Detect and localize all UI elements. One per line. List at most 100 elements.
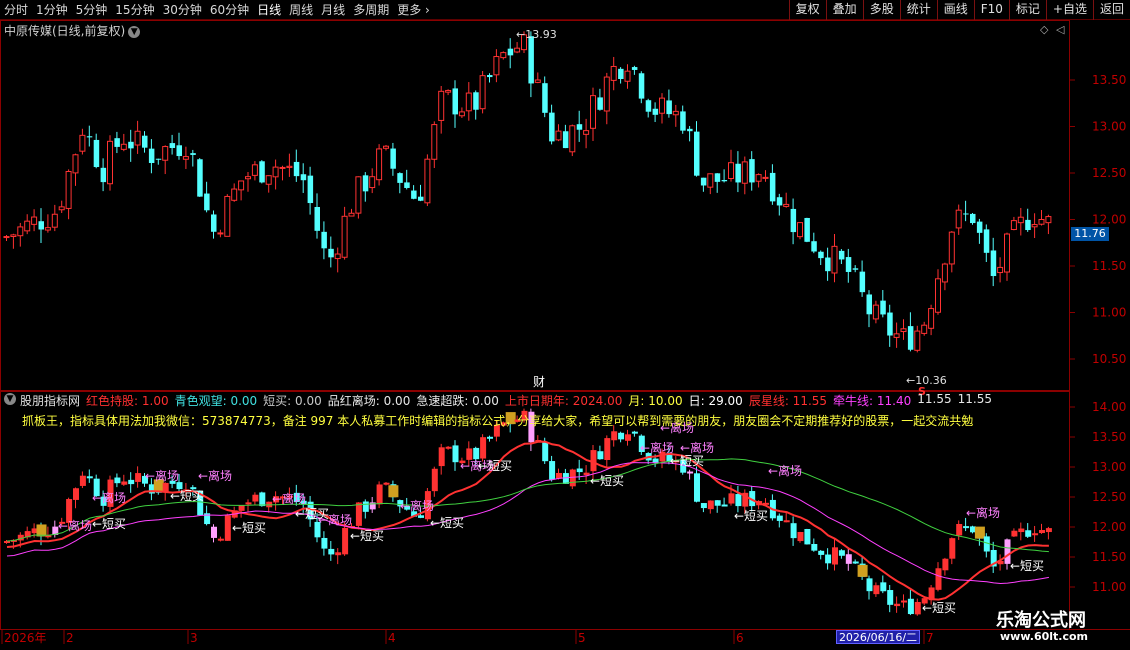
short-buy-signal-label: ←短买 bbox=[1010, 559, 1044, 573]
period-tab-5[interactable]: 60分钟 bbox=[206, 0, 253, 20]
short-buy-block bbox=[388, 485, 399, 498]
candle-up bbox=[3, 236, 10, 239]
period-tab-8[interactable]: 月线 bbox=[317, 0, 349, 20]
price-axis-label: 11.00 bbox=[1092, 306, 1126, 320]
toolbar-button-4[interactable]: 画线 bbox=[936, 0, 974, 20]
candle-down bbox=[645, 100, 652, 112]
candle-up bbox=[955, 209, 962, 229]
candle-down bbox=[362, 175, 369, 192]
candle-up bbox=[376, 148, 383, 181]
candle-up bbox=[921, 324, 928, 334]
candle-down bbox=[963, 213, 969, 215]
candle-up bbox=[383, 145, 389, 149]
short-buy-signal-label: ←短买 bbox=[295, 507, 329, 521]
date-axis-label: 5 bbox=[578, 631, 586, 645]
toolbar-button-7[interactable]: +自选 bbox=[1045, 0, 1093, 20]
leave-signal-label: ←离场 bbox=[768, 463, 802, 478]
sub-block bbox=[721, 504, 728, 507]
sub-block bbox=[880, 582, 887, 592]
collapse-icon[interactable]: ◁ bbox=[1056, 23, 1064, 36]
period-tab-7[interactable]: 周线 bbox=[285, 0, 317, 20]
candle-down bbox=[714, 173, 721, 182]
candle-up bbox=[465, 92, 472, 112]
toolbar-button-1[interactable]: 叠加 bbox=[825, 0, 863, 20]
period-tab-1[interactable]: 1分钟 bbox=[32, 0, 72, 20]
sub-block bbox=[418, 515, 424, 518]
sub-block bbox=[431, 468, 438, 492]
candle-down bbox=[397, 173, 403, 183]
candle-up bbox=[534, 79, 541, 83]
candle-up bbox=[948, 231, 955, 265]
period-tab-3[interactable]: 15分钟 bbox=[111, 0, 158, 20]
toolbar-button-8[interactable]: 返回 bbox=[1092, 0, 1130, 20]
indicator-value-4: 急速超跌: 0.00 bbox=[416, 394, 499, 408]
candle-up bbox=[265, 175, 272, 185]
sub-block bbox=[797, 532, 804, 542]
candle-down bbox=[769, 172, 776, 202]
candle-up bbox=[424, 158, 431, 204]
diamond-icon[interactable]: ◇ bbox=[1040, 23, 1048, 36]
candle-up bbox=[900, 328, 907, 333]
candle-down bbox=[825, 257, 831, 272]
date-axis-label: 2 bbox=[66, 631, 74, 645]
sub-block bbox=[542, 442, 549, 462]
toolbar-button-5[interactable]: F10 bbox=[973, 0, 1009, 20]
candle-down bbox=[487, 75, 493, 78]
price-axis-label: 13.00 bbox=[1092, 120, 1126, 134]
sub-block bbox=[728, 493, 735, 504]
candle-down bbox=[100, 167, 107, 183]
candle-up bbox=[286, 165, 293, 168]
chevron-down-icon[interactable]: ▼ bbox=[128, 25, 141, 38]
candle-down bbox=[859, 271, 866, 293]
toolbar-button-3[interactable]: 统计 bbox=[899, 0, 937, 20]
candle-down bbox=[148, 148, 155, 163]
sub-block bbox=[894, 603, 901, 607]
candle-down bbox=[176, 145, 182, 157]
indicator-menu-icon[interactable]: ▼ bbox=[4, 393, 16, 405]
leave-signal-label: ←离场 bbox=[145, 468, 179, 483]
toolbar-button-0[interactable]: 复权 bbox=[788, 0, 826, 20]
period-tab-0[interactable]: 分时 bbox=[0, 0, 32, 20]
candle-up bbox=[997, 266, 1004, 274]
watermark-title: 乐淘公式网 bbox=[996, 610, 1086, 631]
candle-up bbox=[1004, 233, 1010, 273]
kline-chart[interactable]: 13.50 13.00 12.50 12.00 11.50 11.00 10.50 14.00… bbox=[0, 20, 1130, 650]
sub-block bbox=[687, 471, 694, 474]
candle-down bbox=[576, 124, 583, 130]
candle-down bbox=[86, 136, 93, 138]
sub-block bbox=[714, 500, 721, 506]
candle-down bbox=[638, 73, 645, 99]
period-tab-4[interactable]: 30分钟 bbox=[159, 0, 206, 20]
toolbar-button-2[interactable]: 多股 bbox=[862, 0, 900, 20]
sub-block bbox=[549, 461, 556, 480]
stock-title: 中原传媒(日线,前复权) bbox=[4, 24, 126, 38]
watermark-url: www.60lt.com bbox=[1000, 630, 1089, 643]
sub-block bbox=[1032, 533, 1039, 536]
period-tab-6[interactable]: 日线 bbox=[253, 0, 285, 20]
candle-up bbox=[1017, 216, 1024, 224]
price-axis-label: 12.50 bbox=[1092, 166, 1126, 180]
candle-down bbox=[307, 175, 314, 204]
cursor-date-tag: 2026/06/16/二 bbox=[836, 630, 920, 644]
period-tab-2[interactable]: 5分钟 bbox=[72, 0, 112, 20]
short-buy-signal-label: ←短买 bbox=[670, 454, 704, 468]
candle-down bbox=[169, 143, 176, 149]
period-tab-10[interactable]: 更多 › bbox=[393, 0, 434, 20]
sub-block bbox=[224, 515, 231, 541]
candle-up bbox=[51, 213, 58, 228]
leave-signal-label: ←离场 bbox=[966, 505, 1000, 520]
candle-down bbox=[142, 135, 148, 148]
candle-down bbox=[597, 97, 603, 110]
sub-block bbox=[935, 568, 942, 590]
candle-up bbox=[583, 130, 590, 135]
period-tab-9[interactable]: 多周期 bbox=[349, 0, 393, 20]
candle-up bbox=[479, 75, 486, 110]
chart-canvas[interactable]: 13.50 13.00 12.50 12.00 11.50 11.00 10.50 14.00… bbox=[0, 20, 1130, 650]
sub-block bbox=[597, 451, 604, 460]
candle-up bbox=[914, 330, 921, 351]
candle-down bbox=[321, 231, 327, 249]
short-buy-signal-label: ←短买 bbox=[478, 459, 512, 473]
toolbar-button-6[interactable]: 标记 bbox=[1008, 0, 1046, 20]
candle-down bbox=[155, 158, 162, 160]
leave-signal-label: ←离场 bbox=[400, 498, 434, 513]
